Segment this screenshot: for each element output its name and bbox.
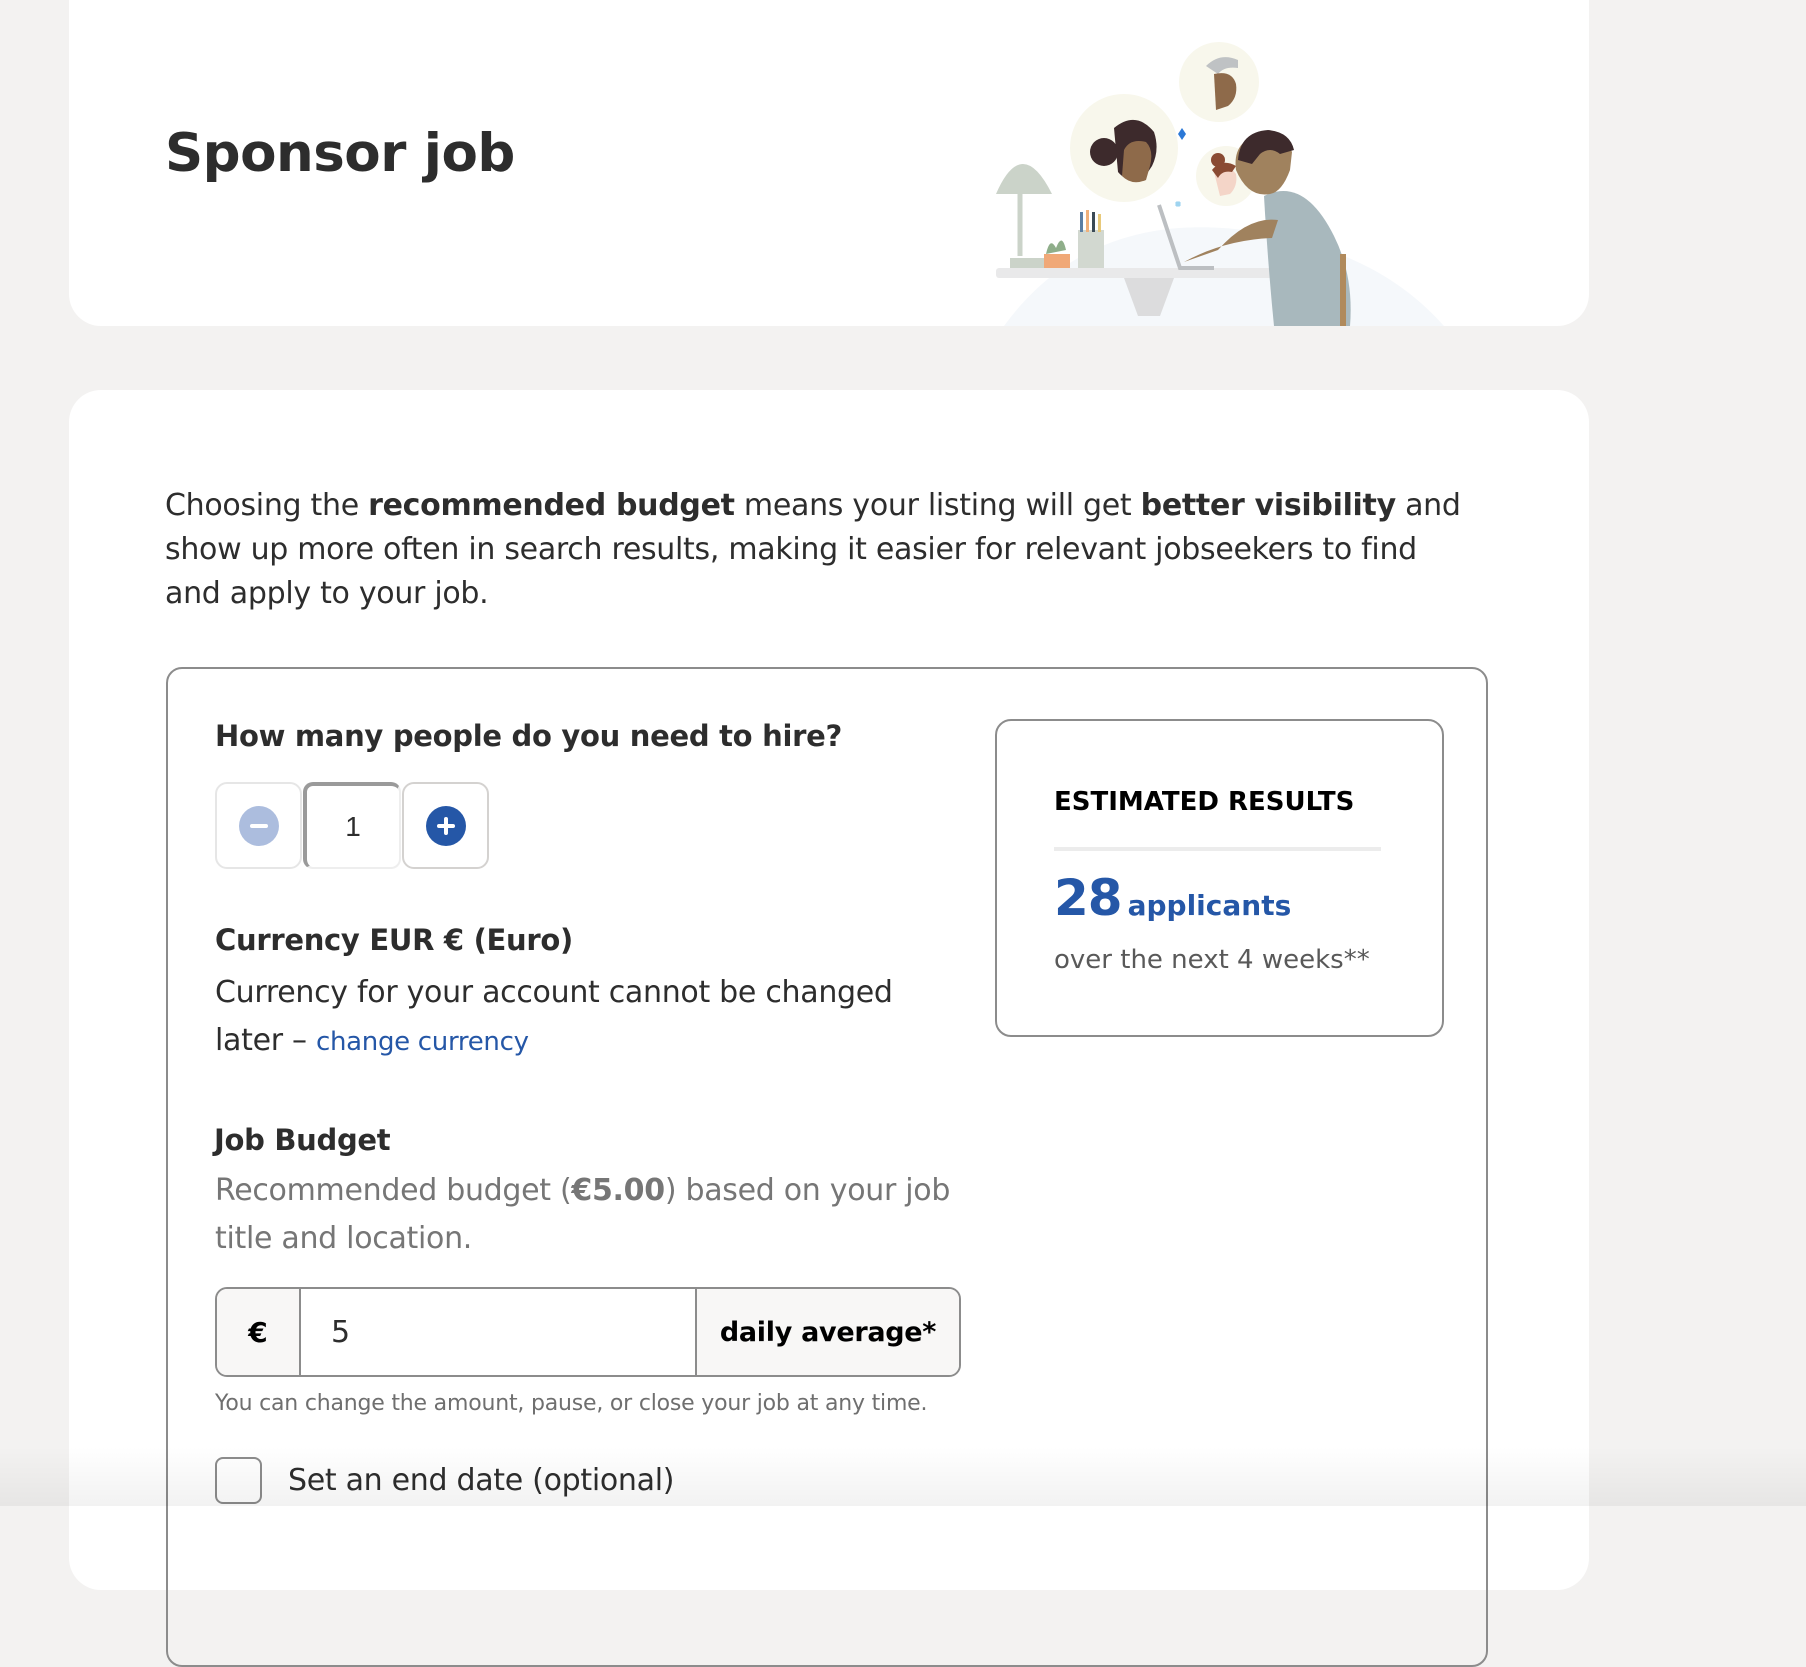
budget-form-box: How many people do you need to hire? Cur… bbox=[166, 667, 1488, 1667]
minus-circle-icon bbox=[238, 805, 279, 846]
sparkle-icon bbox=[1178, 128, 1186, 140]
results-heading: ESTIMATED RESULTS bbox=[1054, 787, 1355, 817]
applicant-estimate: 28 applicants bbox=[1054, 869, 1291, 927]
avatar-man-icon bbox=[1179, 42, 1259, 122]
desk bbox=[996, 268, 1296, 278]
avatar-woman-icon bbox=[1070, 94, 1178, 202]
end-date-option[interactable]: Set an end date (optional) bbox=[215, 1457, 674, 1504]
applicant-count: 28 bbox=[1054, 869, 1123, 927]
currency-text: Currency for your account cannot be chan… bbox=[215, 975, 893, 1058]
page-title: Sponsor job bbox=[165, 123, 515, 184]
results-divider bbox=[1054, 847, 1381, 851]
budget-period-label: daily average* bbox=[695, 1289, 959, 1375]
main-card: Choosing the recommended budget means yo… bbox=[69, 390, 1589, 1667]
hire-count-stepper bbox=[215, 782, 489, 870]
estimated-results-panel: ESTIMATED RESULTS 28 applicants over the … bbox=[995, 719, 1444, 1037]
sparkle-icon bbox=[1174, 200, 1182, 208]
budget-input-group: € daily average* bbox=[215, 1287, 961, 1377]
end-date-checkbox[interactable] bbox=[215, 1457, 262, 1504]
hire-count-input[interactable] bbox=[303, 782, 401, 869]
header-card: Sponsor job bbox=[69, 0, 1589, 326]
currency-symbol: € bbox=[217, 1289, 301, 1375]
results-timeframe: over the next 4 weeks** bbox=[1054, 945, 1370, 975]
decrement-button[interactable] bbox=[215, 782, 302, 869]
end-date-label: Set an end date (optional) bbox=[288, 1463, 675, 1498]
increment-button[interactable] bbox=[402, 782, 489, 869]
plant-icon bbox=[1044, 240, 1070, 272]
change-currency-link[interactable]: change currency bbox=[316, 1027, 529, 1057]
hire-question: How many people do you need to hire? bbox=[215, 719, 842, 753]
currency-heading: Currency EUR € (Euro) bbox=[215, 923, 573, 957]
budget-hint: You can change the amount, pause, or clo… bbox=[215, 1391, 928, 1416]
pencil-cup-icon bbox=[1078, 210, 1104, 274]
plus-circle-icon bbox=[425, 805, 466, 846]
intro-text: Choosing the recommended budget means yo… bbox=[165, 488, 1461, 611]
applicant-unit: applicants bbox=[1127, 889, 1292, 922]
illustration bbox=[996, 42, 1444, 326]
budget-amount-input[interactable] bbox=[301, 1289, 695, 1375]
job-budget-heading: Job Budget bbox=[214, 1123, 391, 1157]
recommended-budget-text: Recommended budget (€5.00) based on your… bbox=[215, 1173, 951, 1256]
